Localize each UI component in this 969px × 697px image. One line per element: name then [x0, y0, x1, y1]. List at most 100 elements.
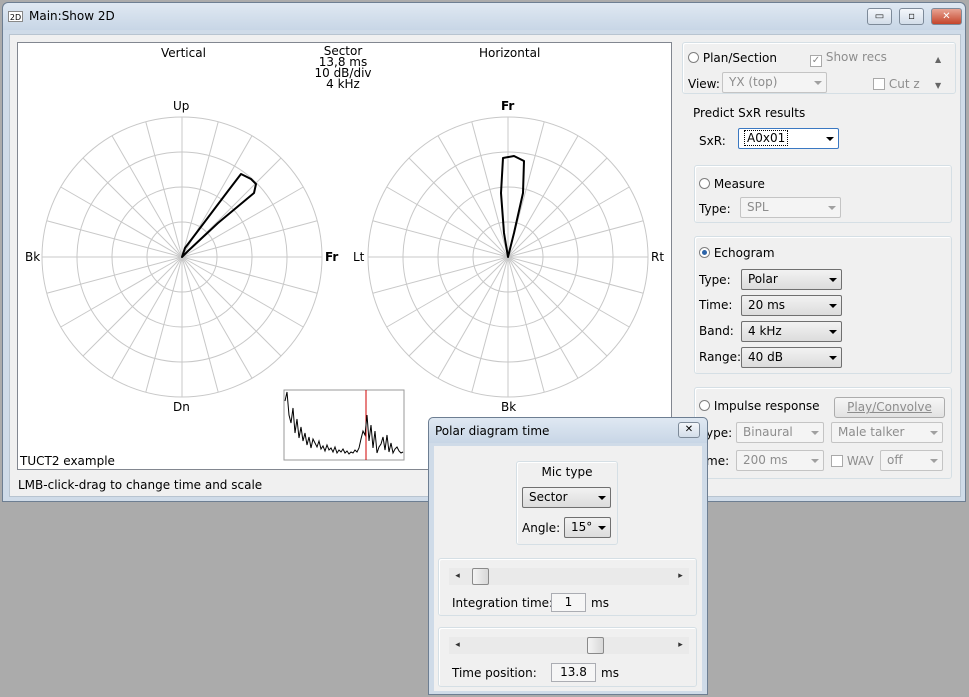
view-value: YX (top) — [729, 75, 778, 89]
mic-type-group: Mic type Sector Angle: 15° — [516, 461, 618, 545]
mic-type-select[interactable]: Sector — [522, 487, 611, 508]
wav-label: WAV — [846, 454, 874, 468]
show-recs-option[interactable]: ✓ Show recs — [810, 50, 887, 67]
wav-checkbox[interactable] — [831, 455, 843, 467]
echogram-thumbnail — [283, 389, 405, 461]
echogram-band-label: Band: — [699, 324, 734, 338]
scroll-down-icon[interactable]: ▼ — [935, 81, 941, 90]
chevron-down-icon — [930, 459, 938, 463]
vertical-grid-spoke — [145, 121, 183, 258]
chevron-down-icon — [598, 526, 606, 530]
scroll-up-icon[interactable]: ▲ — [935, 55, 941, 64]
scroll-right-icon[interactable]: ▸ — [672, 568, 689, 585]
scroll-right-icon[interactable]: ▸ — [672, 637, 689, 654]
close-button[interactable]: ✕ — [931, 8, 962, 25]
title-bar[interactable]: 2D Main:Show 2D ▭ ▫ ✕ — [3, 3, 965, 30]
polar-plots-svg[interactable] — [18, 43, 671, 469]
wav-select[interactable]: off — [880, 450, 943, 471]
vertical-grid-spoke — [181, 121, 219, 258]
integration-slider[interactable]: ◂ ▸ — [449, 568, 689, 585]
position-slider-thumb[interactable] — [586, 637, 604, 654]
chevron-down-icon — [930, 431, 938, 435]
cut-z-checkbox[interactable] — [873, 78, 885, 90]
echogram-type-select[interactable]: Polar — [741, 269, 842, 290]
impulse-time-value: 200 ms — [743, 453, 788, 467]
position-input[interactable]: 13.8 — [551, 663, 596, 682]
vertical-right-label: Fr — [325, 250, 339, 264]
dialog-title-bar[interactable]: Polar diagram time ✕ — [429, 418, 707, 443]
plan-section-option[interactable]: Plan/Section — [688, 51, 777, 65]
position-group: ◂ ▸ Time position: 13.8 ms — [438, 627, 697, 687]
horizontal-grid-spoke — [386, 256, 509, 328]
wav-option[interactable]: WAV — [831, 454, 874, 468]
sxr-value: A0x01 — [743, 130, 789, 146]
integration-group: ◂ ▸ Integration time: 1 ms — [438, 558, 697, 616]
vertical-grid-spoke — [46, 256, 183, 294]
measure-radio[interactable] — [699, 178, 710, 189]
measure-option[interactable]: Measure — [699, 177, 765, 191]
position-unit: ms — [601, 666, 619, 680]
echogram-option[interactable]: Echogram — [699, 246, 775, 260]
echogram-type-label: Type: — [699, 273, 731, 287]
horizontal-right-label: Rt — [651, 250, 665, 264]
scroll-left-icon[interactable]: ◂ — [449, 568, 466, 585]
vertical-grid-spoke — [181, 256, 304, 328]
example-label: TUCT2 example — [20, 454, 115, 468]
vertical-grid-spoke — [181, 256, 318, 294]
dialog-close-button[interactable]: ✕ — [678, 422, 700, 438]
cut-z-option[interactable]: Cut z — [873, 77, 920, 91]
impulse-type-select[interactable]: Binaural — [736, 422, 824, 443]
measure-type-select[interactable]: SPL — [740, 197, 841, 218]
plan-section-radio[interactable] — [688, 52, 699, 63]
impulse-time-label: me: — [706, 454, 730, 468]
dialog-body: Mic type Sector Angle: 15° ◂ ▸ Integrati… — [434, 446, 702, 691]
view-select[interactable]: YX (top) — [722, 72, 827, 93]
minimize-button[interactable]: ▭ — [867, 8, 892, 25]
horizontal-down-label: Bk — [501, 400, 517, 414]
horizontal-grid-spoke — [507, 135, 579, 258]
horizontal-grid-spoke — [507, 256, 579, 379]
impulse-time-select[interactable]: 200 ms — [736, 450, 824, 471]
play-convolve-button[interactable]: Play/Convolve — [834, 397, 945, 418]
chevron-down-icon — [811, 459, 819, 463]
sxr-select[interactable]: A0x01 — [738, 128, 839, 149]
vertical-grid-spoke — [111, 256, 183, 379]
show-recs-checkbox[interactable]: ✓ — [810, 55, 822, 67]
wav-value: off — [887, 453, 903, 467]
chevron-down-icon — [814, 81, 822, 85]
measure-label: Measure — [713, 177, 765, 191]
horizontal-grid-spoke — [386, 186, 509, 258]
impulse-radio[interactable] — [699, 400, 710, 411]
integration-label: Integration time: — [452, 596, 554, 610]
chevron-down-icon — [811, 431, 819, 435]
echogram-group: Echogram Type: Polar Time: 20 ms Band: 4… — [694, 236, 952, 374]
vertical-grid-spoke — [46, 220, 183, 258]
horizontal-grid-spoke — [437, 135, 509, 258]
position-slider[interactable]: ◂ ▸ — [449, 637, 689, 654]
band-info: 4 kHz — [326, 77, 360, 91]
vertical-grid-spoke — [82, 157, 183, 258]
plan-section-group: Plan/Section ✓ Show recs View: YX (top) … — [682, 42, 956, 94]
angle-label: Angle: — [522, 521, 561, 535]
vertical-grid-spoke — [181, 186, 304, 258]
impulse-option[interactable]: Impulse response — [699, 399, 820, 413]
impulse-type-value: Binaural — [743, 425, 793, 439]
angle-select[interactable]: 15° — [564, 517, 611, 538]
integration-slider-thumb[interactable] — [471, 568, 489, 585]
polar-plot-area[interactable]: Vertical Horizontal Sector 13,8 ms 10 dB… — [17, 42, 672, 470]
vertical-up-label: Up — [173, 99, 190, 113]
scroll-left-icon[interactable]: ◂ — [449, 637, 466, 654]
maximize-button[interactable]: ▫ — [899, 8, 924, 25]
echogram-radio[interactable] — [699, 247, 710, 258]
talker-select[interactable]: Male talker — [831, 422, 943, 443]
chevron-down-icon — [829, 304, 837, 308]
sxr-label: SxR: — [699, 134, 726, 148]
vertical-down-label: Dn — [173, 400, 190, 414]
horizontal-grid-spoke — [437, 256, 509, 379]
echogram-time-select[interactable]: 20 ms — [741, 295, 842, 316]
echogram-band-select[interactable]: 4 kHz — [741, 321, 842, 342]
measure-type-label: Type: — [699, 202, 731, 216]
integration-input[interactable]: 1 — [551, 593, 586, 612]
echogram-time-label: Time: — [699, 298, 733, 312]
echogram-range-select[interactable]: 40 dB — [741, 347, 842, 368]
